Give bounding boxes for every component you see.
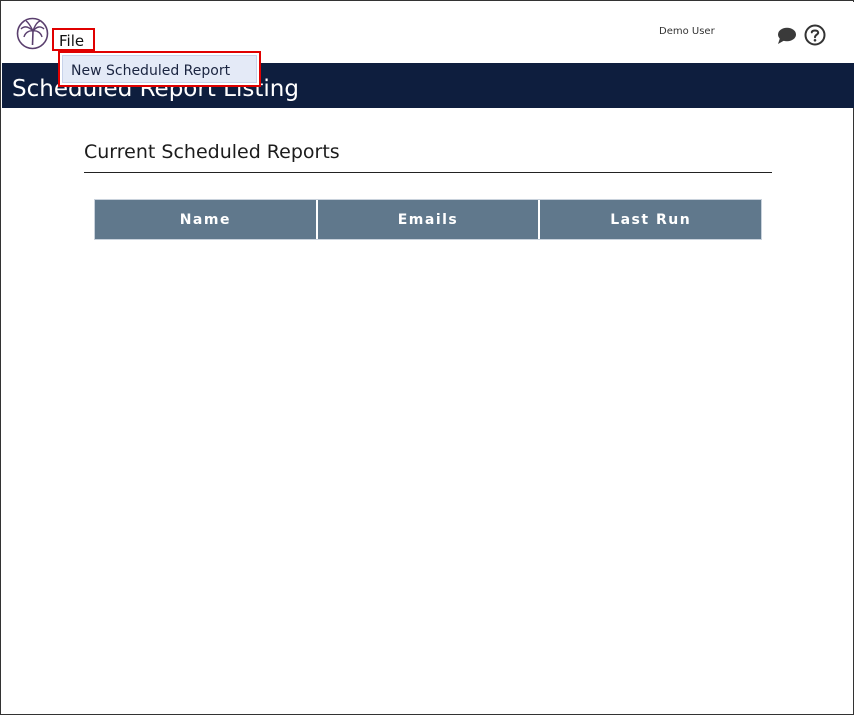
section-title: Current Scheduled Reports: [84, 141, 340, 163]
menu-item-new-scheduled-report[interactable]: New Scheduled Report: [62, 55, 257, 83]
palm-tree-logo-icon[interactable]: [16, 17, 49, 50]
app-window: File Demo User Scheduled Report Listing …: [0, 0, 854, 715]
file-dropdown-menu: New Scheduled Report: [58, 51, 261, 87]
column-header-emails[interactable]: Emails: [315, 200, 539, 239]
user-name[interactable]: Demo User: [659, 26, 715, 37]
column-header-name[interactable]: Name: [95, 200, 316, 239]
file-menu-label: File: [59, 32, 85, 50]
column-header-last-run[interactable]: Last Run: [538, 200, 762, 239]
scheduled-reports-table: Name Emails Last Run: [94, 199, 762, 240]
chat-bubble-icon[interactable]: [776, 26, 797, 46]
section-divider: [84, 172, 772, 173]
file-menu[interactable]: File: [52, 28, 95, 51]
help-circle-icon[interactable]: [804, 24, 826, 46]
